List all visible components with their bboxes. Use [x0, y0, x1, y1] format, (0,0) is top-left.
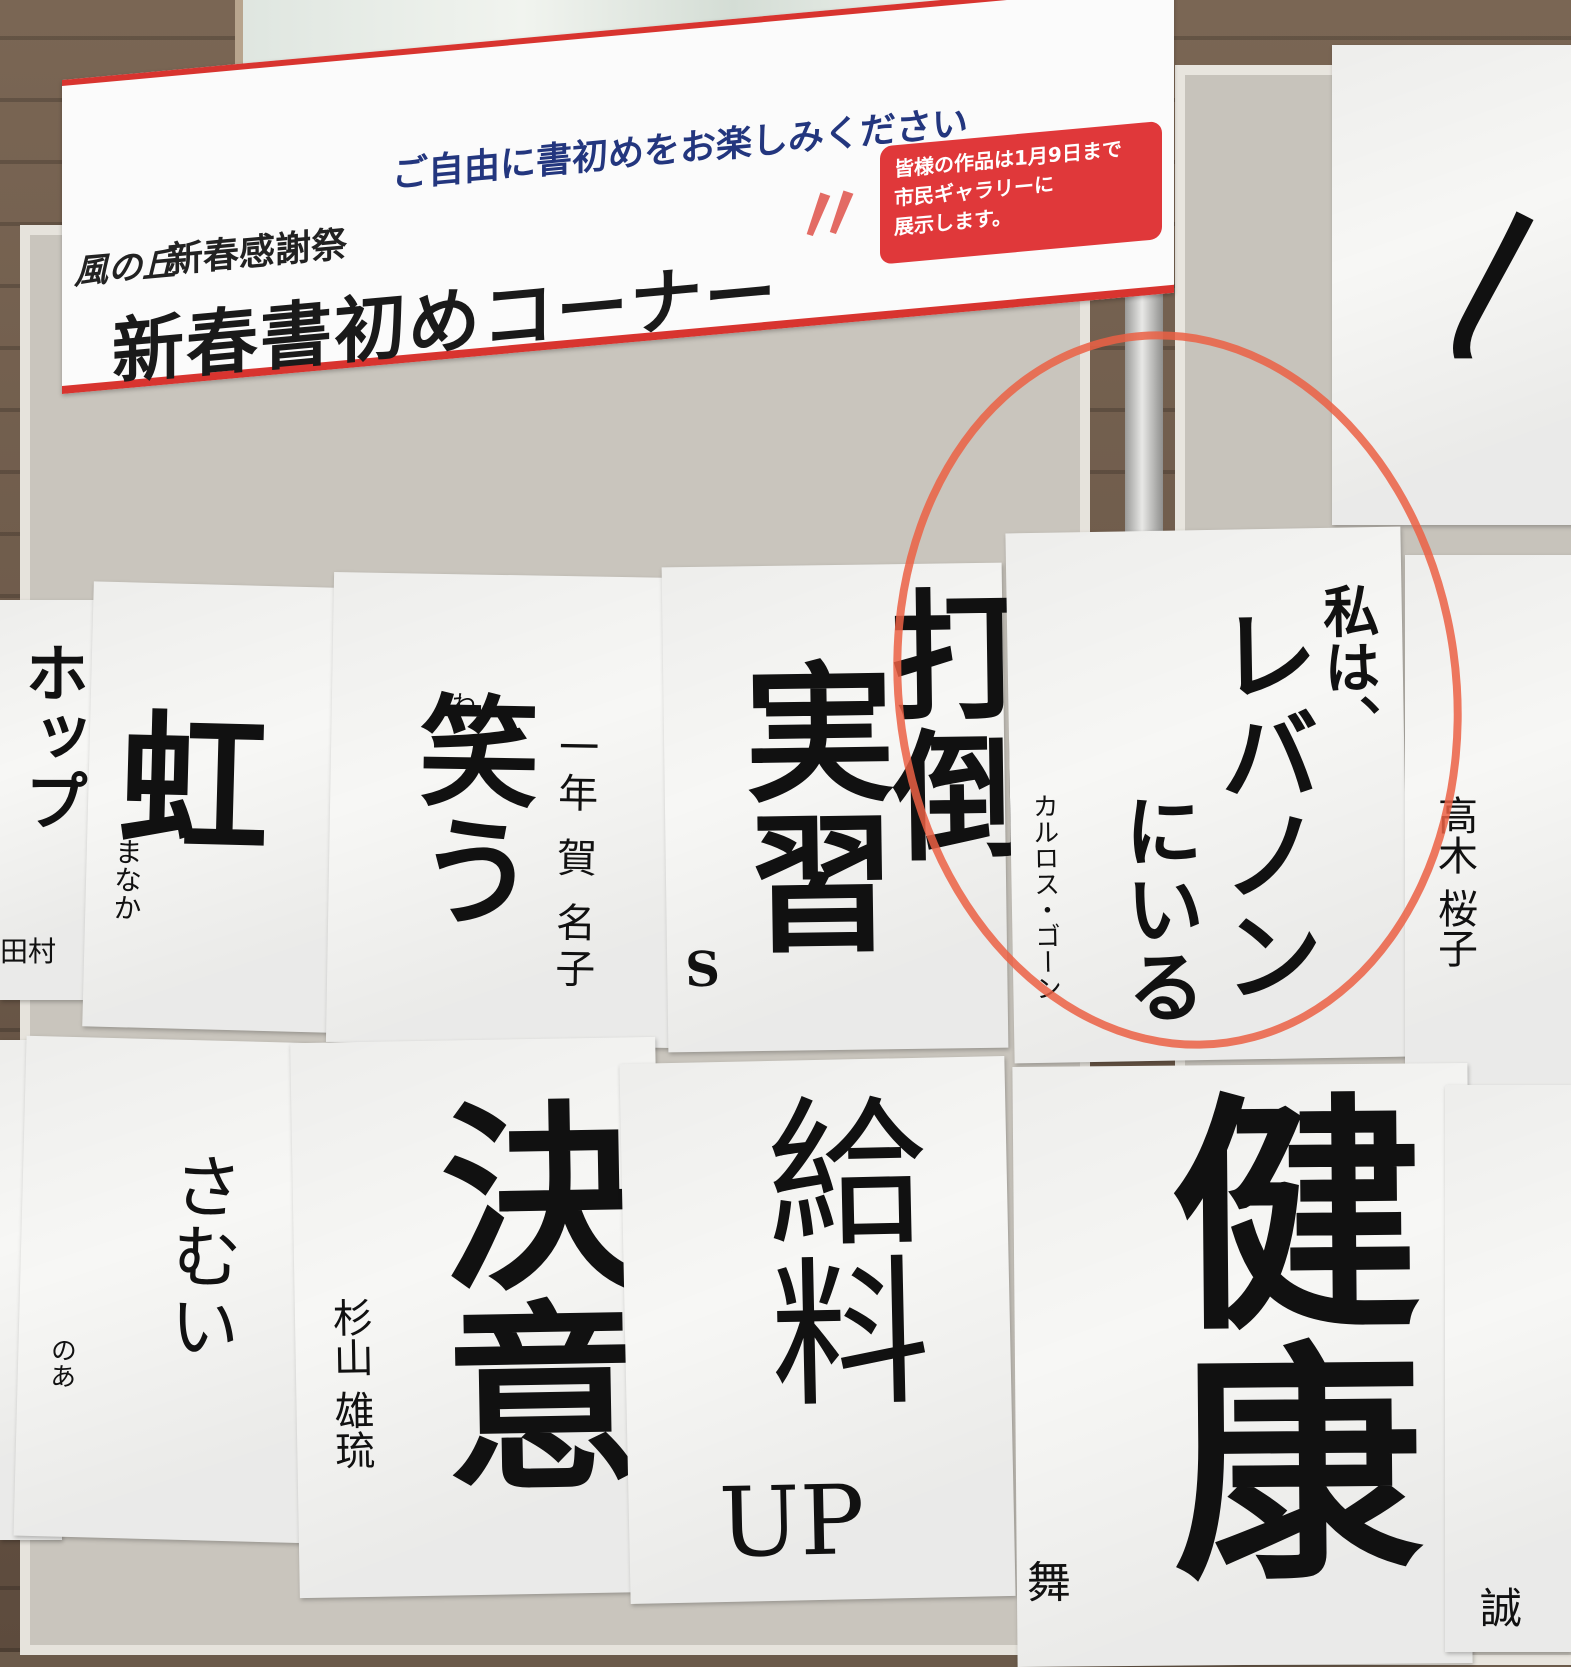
- calligraphy-sheet-kenkou: 健康 舞: [1012, 1063, 1473, 1667]
- author-name: 一年 賀 名子: [547, 725, 599, 995]
- calligraphy-sheet-ketsui: 決意 杉山 雄琉: [290, 1036, 665, 1599]
- banner-logo: 風の丘: [74, 243, 176, 293]
- brush-swoosh-icon: 〃: [790, 165, 870, 266]
- calligraphy-text: 笑う: [394, 688, 541, 931]
- calligraphy-text: 給料: [737, 1087, 932, 1412]
- calligraphy-text: ホップ: [14, 640, 89, 832]
- banner-notice: 皆様の作品は1月9日まで 市民ギャラリーに 展示します。: [880, 120, 1162, 265]
- calligraphy-sheet-warau: わ 笑う 一年 賀 名子: [325, 572, 680, 1048]
- author-name: 杉山 雄琉: [325, 1296, 375, 1471]
- author-name: 田村: [0, 935, 57, 968]
- author-name: まなか: [108, 836, 145, 922]
- calligraphy-sheet-kyuyo: 給料 UP: [619, 1056, 1016, 1604]
- banner-event-name: 新春感謝祭: [167, 224, 348, 282]
- brush-stroke: 〳: [1427, 198, 1571, 374]
- calligraphy-sheet-right-bottom: 誠: [1445, 1085, 1571, 1652]
- author-name: のあ: [45, 1336, 77, 1390]
- calligraphy-text: 健康: [1126, 1083, 1425, 1586]
- author-name: 誠: [1480, 1584, 1523, 1633]
- author-name: 舞: [1026, 1557, 1072, 1609]
- calligraphy-subtext: UP: [717, 1464, 866, 1580]
- author-mark: S: [684, 941, 721, 999]
- calligraphy-text: さむい: [157, 1149, 245, 1362]
